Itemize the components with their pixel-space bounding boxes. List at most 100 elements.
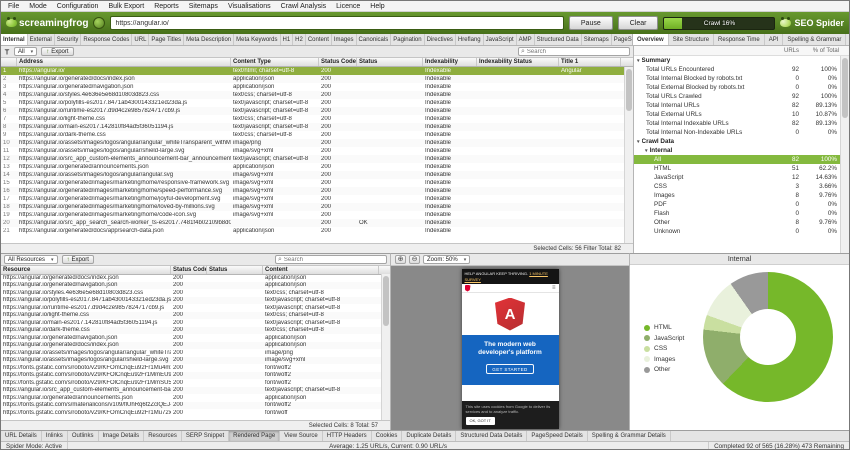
tab-images[interactable]: Images <box>332 34 357 45</box>
overview-row-css[interactable]: CSS33.66% <box>634 182 841 191</box>
zoom-out-icon[interactable]: ⊖ <box>409 255 420 264</box>
table-row[interactable]: 11https://angular.io/assets/images/logos… <box>1 147 624 155</box>
overview-row-total-external-urls[interactable]: Total External URLs1010.87% <box>634 110 841 119</box>
tab-response-codes[interactable]: Response Codes <box>81 34 132 45</box>
column-header-indexability-status[interactable]: Indexability Status <box>477 58 559 66</box>
resource-row[interactable]: https://fonts.gstatic.com/s/roboto/v29/K… <box>1 372 381 380</box>
bottom-tab-duplicate-details[interactable]: Duplicate Details <box>402 431 456 441</box>
overview-section-crawl-data[interactable]: ▾Crawl Data <box>634 137 841 146</box>
resources-filter-dropdown[interactable]: All Resources <box>4 255 58 264</box>
expander-icon[interactable]: ▾ <box>637 58 640 64</box>
table-row[interactable]: 16https://angular.io/generated/images/ma… <box>1 187 624 195</box>
resource-row[interactable]: https://angular.io/dark-theme.css200text… <box>1 327 381 335</box>
resources-column-header-resource[interactable]: Resource <box>1 266 171 274</box>
table-row[interactable]: 19https://angular.io/generated/images/ma… <box>1 211 624 219</box>
overview-scrollbar[interactable] <box>840 56 849 253</box>
overview-row-all[interactable]: All82100% <box>634 155 841 164</box>
resource-row[interactable]: https://angular.io/generated/navigation.… <box>1 282 381 290</box>
overview-section-internal[interactable]: ▾Internal <box>634 146 841 155</box>
tab-site-structure[interactable]: Site Structure <box>669 34 714 45</box>
tab-h1[interactable]: H1 <box>281 34 294 45</box>
zoom-in-icon[interactable]: ⊕ <box>395 255 406 264</box>
tab-amp[interactable]: AMP <box>517 34 535 45</box>
resource-row[interactable]: https://angular.io/generated/navigation.… <box>1 334 381 342</box>
resources-scrollbar[interactable] <box>381 274 390 420</box>
tab-internal[interactable]: Internal <box>1 34 28 45</box>
resource-row[interactable]: https://angular.io/src_app_custom-elemen… <box>1 387 381 395</box>
column-header-content-type[interactable]: Content Type <box>231 58 319 66</box>
table-row[interactable]: 2https://angular.io/generated/docs/index… <box>1 75 624 83</box>
resource-row[interactable]: https://angular.io/light-theme.css200tex… <box>1 312 381 320</box>
get-started-button[interactable]: GET STARTED <box>486 364 533 374</box>
tab-directives[interactable]: Directives <box>425 34 456 45</box>
table-row[interactable]: 7https://angular.io/light-theme.csstext/… <box>1 115 624 123</box>
menu-item-configuration[interactable]: Configuration <box>52 3 104 10</box>
main-table-scrollbar[interactable] <box>624 67 633 243</box>
table-row[interactable]: 12https://angular.io/src_app_custom-elem… <box>1 155 624 163</box>
tab-h2[interactable]: H2 <box>293 34 306 45</box>
tab-overview[interactable]: Overview <box>633 34 669 45</box>
overview-row-total-urls-encountered[interactable]: Total URLs Encountered92100% <box>634 65 841 74</box>
tab-structured-data[interactable]: Structured Data <box>535 34 582 45</box>
filter-dropdown[interactable]: All <box>14 47 37 56</box>
tab-url[interactable]: URL <box>132 34 149 45</box>
bottom-tab-cookies[interactable]: Cookies <box>372 431 403 441</box>
overview-row-pdf[interactable]: PDF00% <box>634 200 841 209</box>
bottom-tab-serp-snippet[interactable]: SERP Snippet <box>182 431 229 441</box>
resource-row[interactable]: https://angular.io/generated/docs/index.… <box>1 274 381 282</box>
overview-row-html[interactable]: HTML5162.2% <box>634 164 841 173</box>
tab-security[interactable]: Security <box>55 34 82 45</box>
column-header-row-number[interactable] <box>1 58 17 66</box>
overview-row-total-internal-urls[interactable]: Total Internal URLs8289.13% <box>634 101 841 110</box>
tab-meta-keywords[interactable]: Meta Keywords <box>234 34 280 45</box>
resource-row[interactable]: https://angular.io/main-es2017.142810f84… <box>1 319 381 327</box>
overview-row-total-internal-indexable-urls[interactable]: Total Internal Indexable URLs8289.13% <box>634 119 841 128</box>
bottom-tab-resources[interactable]: Resources <box>144 431 182 441</box>
expander-icon[interactable]: ▾ <box>637 139 640 145</box>
legend-item-other[interactable]: Other <box>644 366 684 373</box>
tab-response-time[interactable]: Response Time <box>714 34 765 45</box>
overview-row-total-external-blocked-by-robots-txt[interactable]: Total External Blocked by robots.txt00% <box>634 83 841 92</box>
hamburger-menu-icon[interactable]: ≡ <box>552 285 556 291</box>
table-row[interactable]: 5https://angular.io/polyfills-es2017.847… <box>1 99 624 107</box>
bottom-tab-spelling-grammar-details[interactable]: Spelling & Grammar Details <box>588 431 671 441</box>
resource-row[interactable]: https://fonts.gstatic.com/s/roboto/v29/K… <box>1 409 381 417</box>
table-row[interactable]: 14https://angular.io/assets/images/logos… <box>1 171 624 179</box>
overview-row-unknown[interactable]: Unknown00% <box>634 227 841 236</box>
legend-item-html[interactable]: HTML <box>644 324 684 331</box>
table-row[interactable]: 15https://angular.io/generated/images/ma… <box>1 179 624 187</box>
expander-icon[interactable]: ▾ <box>645 148 648 154</box>
table-row[interactable]: 8https://angular.io/main-es2017.142810f8… <box>1 123 624 131</box>
tab-pagination[interactable]: Pagination <box>391 34 424 45</box>
resources-search-input[interactable] <box>284 257 384 263</box>
resource-row[interactable]: https://angular.io/generated/docs/index.… <box>1 342 381 350</box>
clear-button[interactable]: Clear <box>618 16 659 30</box>
bottom-tab-url-details[interactable]: URL Details <box>1 431 42 441</box>
tab-content[interactable]: Content <box>306 34 332 45</box>
legend-item-images[interactable]: Images <box>644 356 684 363</box>
tab-spelling-grammar[interactable]: Spelling & Grammar <box>783 34 846 45</box>
table-row[interactable]: 20https://angular.io/src_app_search_sear… <box>1 219 624 227</box>
tab-meta-description[interactable]: Meta Description <box>184 34 234 45</box>
cookie-ok-button[interactable]: OK, GOT IT <box>466 417 495 425</box>
table-row[interactable]: 4https://angular.io/styles.4e636e5e68d10… <box>1 91 624 99</box>
table-row[interactable]: 9https://angular.io/dark-theme.csstext/c… <box>1 131 624 139</box>
tab-canonicals[interactable]: Canonicals <box>357 34 392 45</box>
resources-export-button[interactable]: ↑Export <box>62 255 94 264</box>
menu-item-help[interactable]: Help <box>365 3 389 10</box>
legend-item-javascript[interactable]: JavaScript <box>644 335 684 342</box>
menu-item-crawl-analysis[interactable]: Crawl Analysis <box>276 3 332 10</box>
table-row[interactable]: 10https://angular.io/assets/images/logos… <box>1 139 624 147</box>
bottom-tab-view-source[interactable]: View Source <box>280 431 323 441</box>
resource-row[interactable]: https://fonts.gstatic.com/s/roboto/v29/K… <box>1 379 381 387</box>
tab-hreflang[interactable]: Hreflang <box>456 34 484 45</box>
menu-item-visualisations[interactable]: Visualisations <box>223 3 276 10</box>
bottom-tab-http-headers[interactable]: HTTP Headers <box>323 431 372 441</box>
bottom-tab-pagespeed-details[interactable]: PageSpeed Details <box>527 431 587 441</box>
table-row[interactable]: 21https://angular.io/generated/docs/app/… <box>1 227 624 235</box>
zoom-dropdown[interactable]: Zoom: 50% <box>423 255 470 264</box>
resource-row[interactable]: https://angular.io/polyfills-es2017.8471… <box>1 297 381 305</box>
column-header-status[interactable]: Status <box>357 58 423 66</box>
overview-row-other[interactable]: Other89.76% <box>634 218 841 227</box>
resources-column-header-status-code[interactable]: Status Code <box>171 266 207 274</box>
